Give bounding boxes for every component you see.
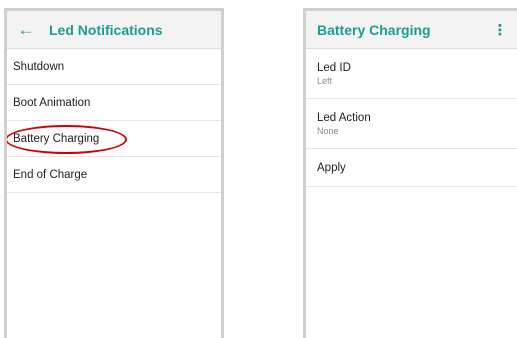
arrow-left-icon[interactable]: ←	[7, 20, 39, 40]
page-title: Led Notifications	[49, 21, 163, 38]
pref-apply[interactable]: Apply	[306, 149, 517, 187]
led-notifications-screen: ← Led Notifications Shutdown Boot Animat…	[4, 8, 224, 338]
list-item-label: End of Charge	[13, 168, 88, 181]
app-bar: Battery Charging ⋮	[306, 11, 517, 49]
pref-title: Led ID	[317, 61, 351, 74]
more-vert-icon[interactable]: ⋮	[489, 21, 511, 39]
list-item-end-of-charge[interactable]: End of Charge	[7, 157, 221, 193]
list-item-shutdown[interactable]: Shutdown	[7, 49, 221, 85]
pref-title: Led Action	[317, 111, 371, 124]
battery-charging-screen: Battery Charging ⋮ Led ID Left Led Actio…	[303, 8, 517, 338]
list-item-boot-animation[interactable]: Boot Animation	[7, 85, 221, 121]
app-bar: ← Led Notifications	[7, 11, 221, 49]
pref-led-action[interactable]: Led Action None	[306, 99, 517, 149]
list-item-label: Battery Charging	[13, 132, 100, 145]
pref-summary: Left	[317, 75, 333, 86]
pref-title: Apply	[317, 161, 346, 174]
pref-summary: None	[317, 125, 339, 136]
list-item-label: Shutdown	[13, 60, 65, 73]
list-item-battery-charging[interactable]: Battery Charging	[7, 121, 221, 157]
pref-led-id[interactable]: Led ID Left	[306, 49, 517, 99]
list-item-label: Boot Animation	[13, 96, 91, 109]
page-title: Battery Charging	[317, 21, 431, 38]
